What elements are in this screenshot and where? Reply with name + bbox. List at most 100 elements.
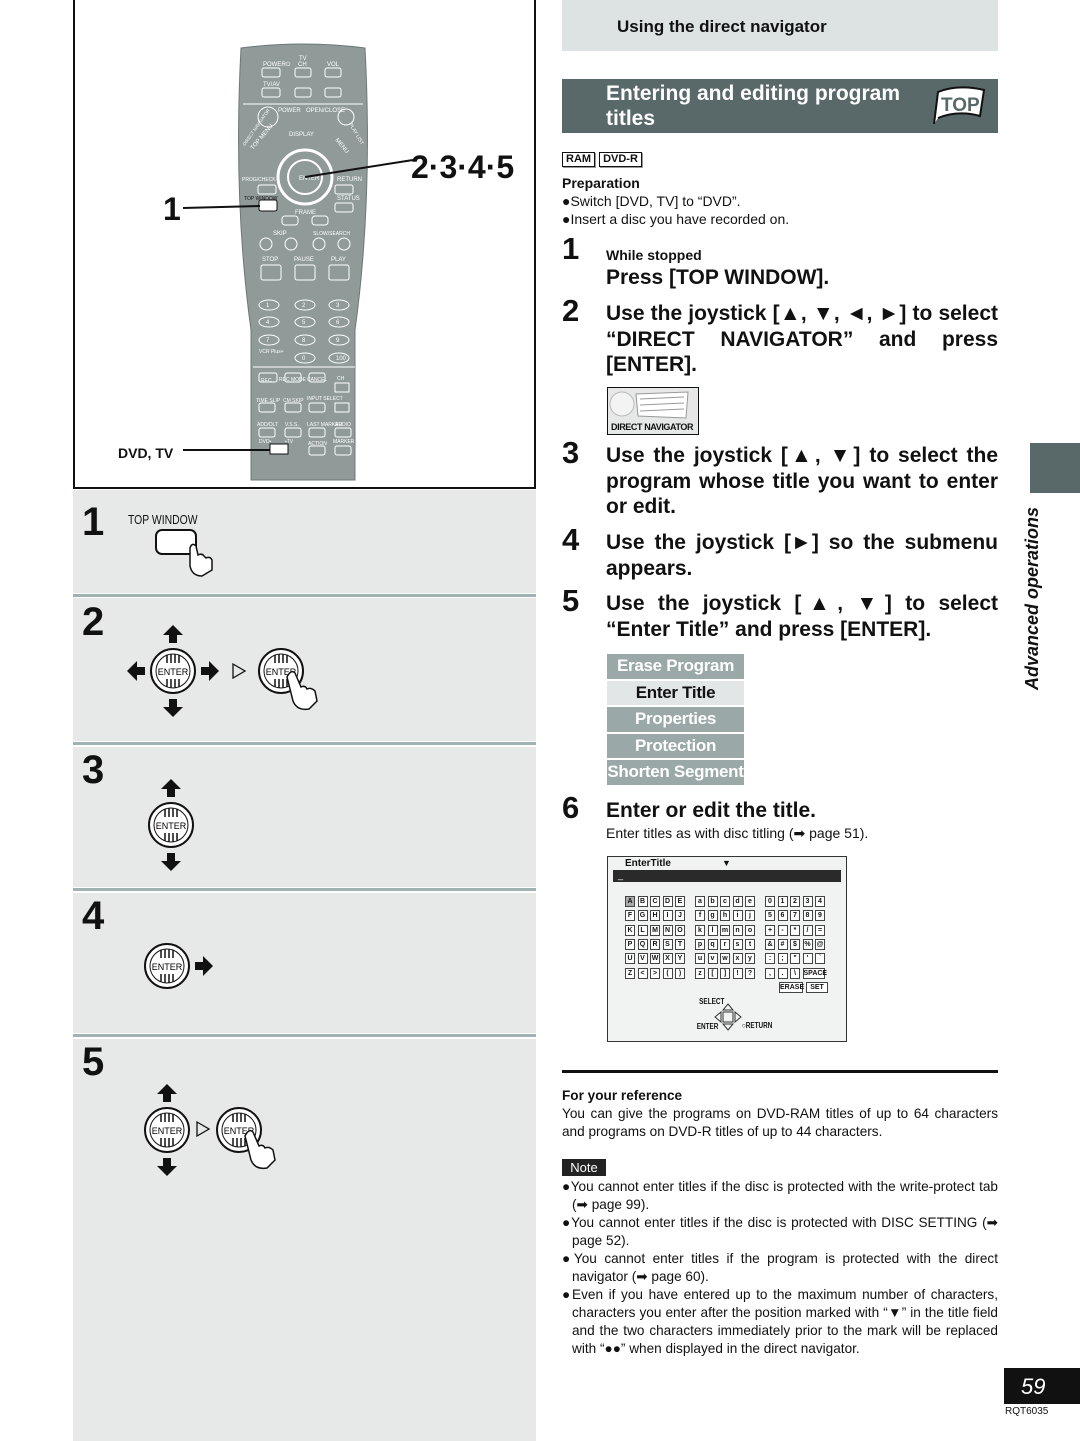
char-key[interactable]: T: [675, 938, 685, 950]
char-key[interactable]: H: [650, 910, 660, 922]
char-key[interactable]: 5: [765, 910, 775, 922]
char-key[interactable]: 4: [815, 896, 825, 907]
char-key[interactable]: !: [732, 967, 743, 979]
char-key[interactable]: /: [802, 924, 813, 936]
char-key[interactable]: ": [790, 953, 800, 965]
char-key[interactable]: q: [707, 938, 718, 950]
char-key[interactable]: y: [745, 953, 755, 965]
char-key[interactable]: V: [637, 953, 648, 965]
char-key[interactable]: %: [802, 938, 813, 950]
char-key[interactable]: .: [777, 967, 788, 979]
char-key[interactable]: s: [732, 938, 743, 950]
char-key[interactable]: >: [650, 967, 660, 979]
char-key[interactable]: x: [732, 953, 743, 965]
tag-dvd-r: DVD-R: [599, 152, 642, 167]
char-key[interactable]: w: [720, 953, 730, 965]
char-key[interactable]: [: [707, 967, 718, 979]
char-key[interactable]: ': [802, 953, 813, 965]
char-key[interactable]: U: [625, 953, 635, 965]
title-input-field[interactable]: _: [613, 870, 841, 882]
char-key[interactable]: n: [732, 924, 743, 936]
char-key[interactable]: SPACE: [802, 967, 827, 979]
char-key[interactable]: K: [625, 924, 635, 936]
char-key[interactable]: m: [720, 924, 730, 936]
char-key[interactable]: @: [815, 938, 825, 950]
char-key[interactable]: u: [695, 953, 705, 965]
char-key[interactable]: W: [650, 953, 660, 965]
char-key[interactable]: ;: [777, 953, 788, 965]
char-key[interactable]: A: [625, 896, 635, 907]
menu-item-enter-title[interactable]: Enter Title: [607, 680, 744, 705]
char-key[interactable]: v: [707, 953, 718, 965]
char-key[interactable]: P: [625, 938, 635, 950]
char-key[interactable]: B: [637, 896, 648, 907]
char-key[interactable]: E: [675, 896, 685, 907]
char-key[interactable]: 9: [815, 910, 825, 922]
char-key[interactable]: 1: [777, 896, 788, 907]
char-key[interactable]: O: [675, 924, 685, 936]
char-key[interactable]: Q: [637, 938, 648, 950]
svg-text:POWER⏻: POWER⏻: [263, 61, 291, 68]
char-key[interactable]: j: [745, 910, 755, 922]
menu-item-erase-program[interactable]: Erase Program: [607, 654, 744, 679]
char-key[interactable]: =: [815, 924, 825, 936]
menu-item-shorten-segment[interactable]: Shorten Segment: [607, 760, 744, 785]
char-key[interactable]: F: [625, 910, 635, 922]
char-key[interactable]: $: [790, 938, 800, 950]
char-key[interactable]: (: [662, 967, 673, 979]
char-key[interactable]: <: [637, 967, 648, 979]
char-key[interactable]: J: [675, 910, 685, 922]
set-key[interactable]: SET: [806, 982, 828, 993]
menu-item-protection[interactable]: Protection: [607, 733, 744, 758]
char-key[interactable]: +: [765, 924, 775, 936]
char-key[interactable]: 2: [790, 896, 800, 907]
char-key[interactable]: N: [662, 924, 673, 936]
char-key[interactable]: d: [732, 896, 743, 907]
char-key[interactable]: #: [777, 938, 788, 950]
erase-key[interactable]: ERASE: [779, 982, 804, 993]
char-key[interactable]: a: [695, 896, 705, 907]
char-key[interactable]: L: [637, 924, 648, 936]
char-key[interactable]: r: [720, 938, 730, 950]
char-key[interactable]: Z: [625, 967, 635, 979]
char-key[interactable]: i: [732, 910, 743, 922]
char-key[interactable]: e: [745, 896, 755, 907]
char-key[interactable]: D: [662, 896, 673, 907]
char-key[interactable]: t: [745, 938, 755, 950]
char-key[interactable]: M: [650, 924, 660, 936]
char-key[interactable]: C: [650, 896, 660, 907]
char-key[interactable]: f: [695, 910, 705, 922]
char-key[interactable]: o: [745, 924, 755, 936]
char-key[interactable]: G: [637, 910, 648, 922]
char-key[interactable]: ): [675, 967, 685, 979]
char-key[interactable]: X: [662, 953, 673, 965]
char-key[interactable]: h: [720, 910, 730, 922]
char-key[interactable]: 6: [777, 910, 788, 922]
char-key[interactable]: 8: [802, 910, 813, 922]
char-key[interactable]: \: [790, 967, 800, 979]
char-key[interactable]: -: [777, 924, 788, 936]
char-key[interactable]: b: [707, 896, 718, 907]
char-key[interactable]: c: [720, 896, 730, 907]
char-key[interactable]: `: [815, 953, 825, 965]
preparation-item: ●Insert a disc you have recorded on.: [562, 211, 790, 227]
char-key[interactable]: 3: [802, 896, 813, 907]
char-key[interactable]: ,: [765, 967, 775, 979]
char-key[interactable]: 7: [790, 910, 800, 922]
char-key[interactable]: l: [707, 924, 718, 936]
char-key[interactable]: I: [662, 910, 673, 922]
char-key[interactable]: ?: [745, 967, 755, 979]
char-key[interactable]: S: [662, 938, 673, 950]
menu-item-properties[interactable]: Properties: [607, 707, 744, 732]
char-key[interactable]: k: [695, 924, 705, 936]
char-key[interactable]: *: [790, 924, 800, 936]
char-key[interactable]: ]: [720, 967, 730, 979]
char-key[interactable]: R: [650, 938, 660, 950]
char-key[interactable]: :: [765, 953, 775, 965]
char-key[interactable]: &: [765, 938, 775, 950]
char-key[interactable]: z: [695, 967, 705, 979]
char-key[interactable]: Y: [675, 953, 685, 965]
char-key[interactable]: 0: [765, 896, 775, 907]
char-key[interactable]: p: [695, 938, 705, 950]
char-key[interactable]: g: [707, 910, 718, 922]
